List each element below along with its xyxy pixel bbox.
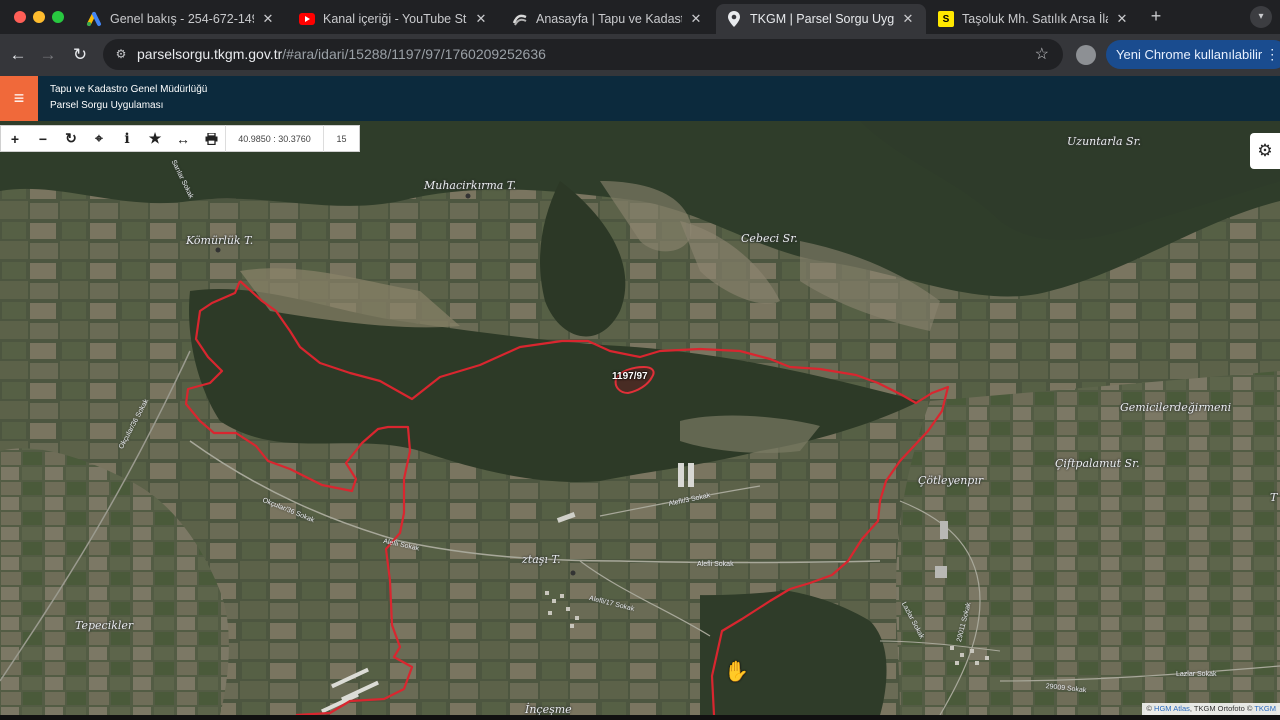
tab-sahibinden[interactable]: S Taşoluk Mh. Satılık Arsa İlanları ✕ — [928, 4, 1140, 34]
print-icon[interactable] — [197, 125, 225, 152]
bottom-edge — [0, 715, 1280, 720]
kebab-menu-icon[interactable]: ⋮ — [1265, 40, 1279, 69]
chrome-update-button[interactable]: Yeni Chrome kullanılabilir ⋮ — [1106, 40, 1280, 69]
tab-search-chevron-icon[interactable]: ▾ — [1250, 6, 1272, 28]
tab-google-ads[interactable]: Genel bakış - 254-672-1493 ✕ — [76, 4, 286, 34]
info-icon[interactable]: i — [113, 125, 141, 152]
place-label: Cebeci Sr. — [741, 232, 798, 245]
attribution-link[interactable]: HGM Atlas — [1154, 704, 1190, 713]
close-icon[interactable]: ✕ — [900, 11, 916, 27]
close-icon[interactable]: ✕ — [688, 11, 704, 27]
tab-parsel-sorgu[interactable]: TKGM | Parsel Sorgu Uygulaması ✕ — [716, 4, 926, 34]
url-path: /#ara/idari/15288/1197/97/1760209252636 — [282, 46, 546, 62]
url-text[interactable]: parselsorgu.tkgm.gov.tr/#ara/idari/15288… — [137, 46, 546, 62]
refresh-icon[interactable]: ↻ — [57, 125, 85, 152]
place-label: T — [1270, 491, 1278, 504]
satellite-map[interactable]: Uzuntarla Sr. Muhacirkırma T. Kömürlük T… — [0, 121, 1280, 715]
youtube-icon — [299, 11, 315, 27]
close-icon[interactable]: ✕ — [260, 11, 276, 27]
app-header: ≡ Tapu ve Kadastro Genel Müdürlüğü Parse… — [0, 76, 1280, 121]
map-toolbar: + − ↻ ⌖ i ★ ↔ 40.9850 : 30.3760 15 — [0, 125, 360, 152]
browser-toolbar: ← → ↻ ⚙ parselsorgu.tkgm.gov.tr/#ara/ida… — [0, 34, 1280, 76]
sahibinden-icon: S — [938, 11, 954, 27]
place-label: Çiftpalamut Sr. — [1055, 457, 1140, 470]
maximize-window-button[interactable] — [52, 11, 64, 23]
url-domain: parselsorgu.tkgm.gov.tr — [137, 46, 283, 62]
settings-gear-icon[interactable]: ⚙ — [1250, 133, 1280, 169]
map-imagery — [0, 121, 1280, 715]
map-attribution: © HGM Atlas, TKGM Ortofoto © TKGM — [1142, 703, 1280, 715]
attribution-prefix: © — [1146, 704, 1152, 713]
zoom-out-icon[interactable]: − — [29, 125, 57, 152]
place-label: Muhacirkırma T. — [424, 179, 517, 192]
place-label: Gemicilerdeğirmeni — [1120, 401, 1232, 414]
tab-title: TKGM | Parsel Sorgu Uygulaması — [750, 12, 894, 26]
tab-youtube-studio[interactable]: Kanal içeriği - YouTube Studio ✕ — [289, 4, 499, 34]
forward-button[interactable]: → — [36, 43, 60, 67]
attribution-mid: , TKGM Ortofoto © — [1189, 704, 1253, 713]
app-title: Tapu ve Kadastro Genel Müdürlüğü — [50, 84, 208, 95]
tab-title: Genel bakış - 254-672-1493 — [110, 12, 254, 26]
zoom-level: 15 — [323, 125, 359, 152]
zoom-in-icon[interactable]: + — [1, 125, 29, 152]
chrome-update-label: Yeni Chrome kullanılabilir — [1116, 47, 1263, 62]
measure-icon[interactable]: ↔ — [169, 125, 197, 152]
tab-tkgm-home[interactable]: Anasayfa | Tapu ve Kadastro ✕ — [502, 4, 714, 34]
place-label: İnçeşme — [525, 703, 572, 715]
coordinate-readout: 40.9850 : 30.3760 — [225, 125, 323, 152]
close-icon[interactable]: ✕ — [473, 11, 489, 27]
locate-icon[interactable]: ⌖ — [85, 125, 113, 152]
google-ads-icon — [86, 11, 102, 27]
parcel-label[interactable]: 1197/97 — [612, 371, 648, 382]
close-window-button[interactable] — [14, 11, 26, 23]
place-label: Çötleyenpır — [918, 474, 984, 487]
tab-title: Anasayfa | Tapu ve Kadastro — [536, 12, 682, 26]
attribution-link[interactable]: TKGM — [1254, 704, 1276, 713]
hamburger-menu-icon[interactable]: ≡ — [0, 76, 38, 121]
location-pin-icon — [726, 11, 742, 27]
close-icon[interactable]: ✕ — [1114, 11, 1130, 27]
back-button[interactable]: ← — [6, 43, 30, 67]
new-tab-button[interactable]: + — [1146, 6, 1166, 26]
road-label: Lazlar Sokak — [1176, 671, 1217, 678]
tkgm-icon — [512, 11, 528, 27]
minimize-window-button[interactable] — [33, 11, 45, 23]
extension-icon[interactable] — [1076, 45, 1096, 65]
star-icon[interactable]: ★ — [141, 125, 169, 152]
road-label: Alefli Sokak — [697, 561, 734, 568]
hand-cursor-icon: ✋ — [724, 661, 749, 683]
tab-title: Kanal içeriği - YouTube Studio — [323, 12, 467, 26]
address-bar[interactable]: ⚙ parselsorgu.tkgm.gov.tr/#ara/idari/152… — [103, 39, 1063, 70]
place-label: Uzuntarla Sr. — [1067, 135, 1142, 148]
app-subtitle: Parsel Sorgu Uygulaması — [50, 100, 164, 111]
place-label: Tepecikler — [75, 619, 134, 632]
place-label: ztaşı T. — [522, 553, 561, 566]
place-label: Kömürlük T. — [186, 234, 254, 247]
site-settings-icon[interactable]: ⚙ — [113, 46, 129, 62]
tab-strip: Genel bakış - 254-672-1493 ✕ Kanal içeri… — [0, 0, 1280, 34]
reload-button[interactable]: ↻ — [68, 43, 92, 67]
bookmark-star-icon[interactable]: ☆ — [1035, 44, 1049, 64]
tab-title: Taşoluk Mh. Satılık Arsa İlanları — [962, 12, 1108, 26]
